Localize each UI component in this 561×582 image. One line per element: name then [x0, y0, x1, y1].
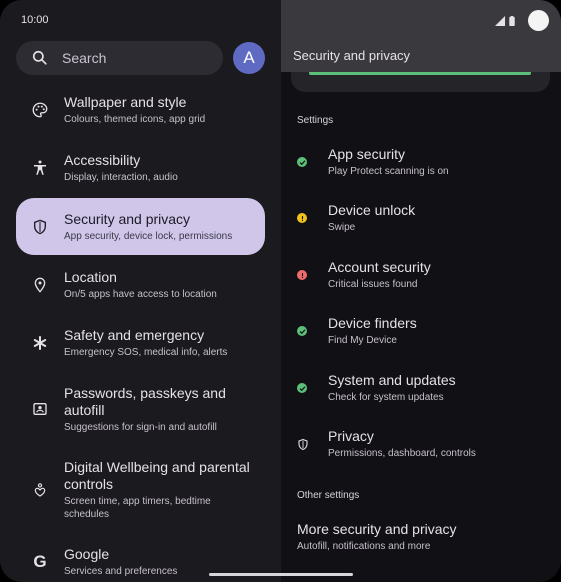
warning-icon: [297, 213, 307, 223]
id-card-icon: [33, 403, 47, 415]
status-icons: [495, 16, 515, 26]
detail-item-subtitle: Find My Device: [328, 335, 397, 346]
page-title: Security and privacy: [293, 48, 411, 63]
detail-item-title: Device unlock: [328, 202, 416, 218]
menu-item-subtitle: Suggestions for sign-in and autofill: [64, 421, 217, 433]
detail-item-subtitle: Swipe: [328, 222, 356, 233]
menu-item-title: Safety and emergency: [64, 327, 205, 343]
menu-item-security-privacy[interactable]: Security and privacy App security, devic…: [16, 198, 265, 255]
camera-cutout: [528, 10, 549, 31]
menu-item-subtitle: Emergency SOS, medical info, alerts: [64, 347, 228, 358]
avatar[interactable]: A: [233, 42, 265, 74]
menu-item-digital-wellbeing[interactable]: Digital Wellbeing and parental controls …: [16, 455, 265, 525]
detail-item-title: System and updates: [328, 372, 456, 388]
detail-item-subtitle: Play Protect scanning is on: [328, 166, 449, 177]
check-icon: [297, 157, 307, 167]
menu-item-safety-emergency[interactable]: Safety and emergency Emergency SOS, medi…: [16, 319, 265, 367]
wellbeing-icon: [34, 483, 46, 497]
menu-item-subtitle: On/5 apps have access to location: [64, 289, 217, 300]
menu-item-accessibility[interactable]: Accessibility Display, interaction, audi…: [16, 144, 265, 192]
menu-item-subtitle: Colours, themed icons, app grid: [64, 114, 206, 125]
menu-item-subtitle: App security, device lock, permissions: [64, 230, 233, 242]
menu-item-location[interactable]: Location On/5 apps have access to locati…: [16, 261, 265, 309]
detail-item-title: App security: [328, 146, 406, 162]
detail-item-device-unlock[interactable]: Device unlock Swipe: [297, 202, 547, 234]
search-bar[interactable]: Search: [16, 41, 223, 75]
error-icon: [297, 270, 307, 280]
detail-item-title: Account security: [328, 259, 431, 275]
detail-item-subtitle: Critical issues found: [328, 279, 418, 290]
menu-item-passwords-autofill[interactable]: Passwords, passkeys and autofill Suggest…: [16, 380, 265, 438]
asterisk-icon: [33, 336, 47, 350]
detail-item-system-updates[interactable]: System and updates Check for system upda…: [297, 372, 547, 404]
detail-item-title: Device finders: [328, 315, 417, 331]
detail-item-account-security[interactable]: Account security Critical issues found: [297, 259, 547, 291]
settings-list-pane: 10:00 Search A Wallpaper and style Colou…: [0, 0, 281, 582]
detail-item-subtitle: Check for system updates: [328, 392, 444, 403]
battery-icon: [509, 16, 515, 26]
menu-item-title: Wallpaper and style: [64, 94, 187, 110]
menu-item-title: Security and privacy: [64, 210, 191, 227]
gesture-nav-bar[interactable]: [209, 573, 353, 576]
menu-item-title: Accessibility: [64, 152, 141, 168]
check-icon: [297, 326, 307, 336]
palette-icon: [32, 102, 48, 118]
accessibility-icon: [34, 160, 46, 175]
menu-item-wallpaper[interactable]: Wallpaper and style Colours, themed icon…: [16, 86, 265, 134]
status-card-progress: [309, 72, 531, 75]
section-label-other-settings: Other settings: [297, 490, 360, 501]
menu-item-title: Google: [64, 546, 110, 562]
menu-item-subtitle: Screen time, app timers, bedtime schedul…: [64, 496, 211, 520]
signal-icon: [495, 16, 506, 26]
google-g-icon: G: [33, 552, 47, 571]
status-card: [291, 72, 550, 92]
detail-item-device-finders[interactable]: Device finders Find My Device: [297, 315, 547, 347]
menu-item-title: Digital Wellbeing and parental controls: [64, 459, 250, 492]
shield-icon: [298, 438, 308, 450]
menu-item-title: Passwords, passkeys and autofill: [64, 384, 226, 418]
menu-item-subtitle: Display, interaction, audio: [64, 172, 178, 183]
more-subtitle: Autofill, notifications and more: [297, 541, 431, 552]
detail-header: Security and privacy: [281, 0, 561, 72]
location-pin-icon: [34, 277, 46, 293]
status-time: 10:00: [21, 14, 49, 26]
section-label-settings: Settings: [297, 115, 334, 126]
detail-item-subtitle: Permissions, dashboard, controls: [328, 448, 476, 459]
detail-item-privacy[interactable]: Privacy Permissions, dashboard, controls: [297, 428, 547, 460]
device-frame: 10:00 Search A Wallpaper and style Colou…: [0, 0, 561, 582]
detail-item-app-security[interactable]: App security Play Protect scanning is on: [297, 146, 547, 178]
menu-item-title: Location: [64, 269, 117, 285]
check-icon: [297, 383, 307, 393]
security-detail-pane: Security and privacy Settings App securi…: [281, 0, 561, 582]
search-placeholder: Search: [62, 50, 107, 66]
search-icon: [32, 50, 47, 65]
more-security-privacy[interactable]: More security and privacy Autofill, noti…: [297, 521, 457, 553]
detail-item-title: Privacy: [328, 428, 374, 444]
shield-icon: [34, 219, 46, 234]
more-title: More security and privacy: [297, 521, 457, 537]
menu-item-subtitle: Services and preferences: [64, 566, 178, 577]
